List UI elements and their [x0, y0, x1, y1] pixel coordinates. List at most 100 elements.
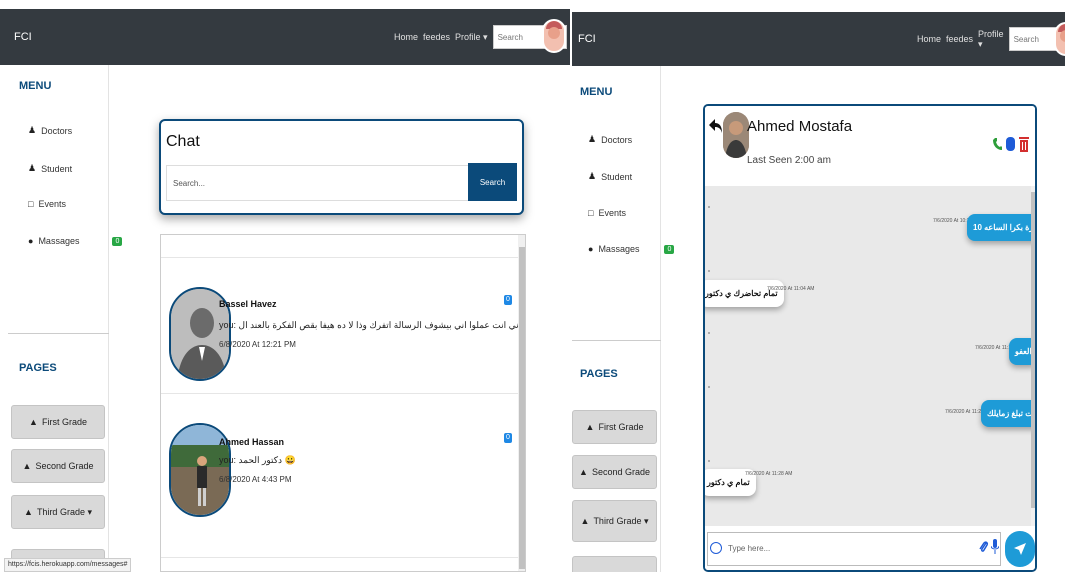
sent-message: وياريت تبلغ زمايلك — [981, 400, 1035, 427]
chat-title: Chat — [166, 133, 200, 150]
last-message: you: دكتور الحمد 😀 — [219, 455, 296, 465]
users-icon: ♟ — [588, 134, 597, 144]
scrollbar[interactable] — [518, 235, 525, 571]
massages-count-badge: 0 — [664, 244, 675, 254]
nav-home[interactable]: Home — [394, 32, 418, 42]
third-grade-dropdown[interactable]: ▲ Third Grade ▾ — [11, 495, 105, 529]
sidebar-item-massages[interactable]: ● Massages 0 — [588, 244, 675, 254]
graduation-cap-icon: ▲ — [24, 507, 33, 517]
trash-icon[interactable] — [1019, 136, 1029, 152]
chat-search-card: Chat Search... Search — [159, 119, 524, 215]
profile-avatar[interactable] — [1054, 22, 1065, 56]
message-input[interactable]: Type here... — [707, 532, 1001, 566]
first-grade-button[interactable]: ▲ First Grade — [572, 410, 657, 444]
grade-label: Second Grade — [35, 461, 94, 471]
phone-call-icon[interactable] — [993, 138, 1002, 150]
right-screenshot: FCI Home feedes Profile ▾ MENU ♟ Doctors… — [572, 12, 1065, 572]
sidebar-item-events[interactable]: □ Events — [588, 208, 626, 218]
pages-title: PAGES — [580, 368, 618, 380]
list-item[interactable]: Ahmed Hassan you: دكتور الحمد 😀 6/8/2020… — [161, 423, 518, 525]
users-icon: ♟ — [588, 171, 597, 181]
list-item[interactable]: Bassel Havez you: اني انت عملوا اني بيشو… — [161, 285, 522, 385]
massages-count-badge: 0 — [112, 236, 123, 246]
video-call-icon[interactable] — [1006, 137, 1015, 151]
scrollbar-thumb[interactable] — [519, 247, 525, 569]
grade-label: Third Grade ▾ — [593, 515, 649, 526]
sidebar-item-label: Massages — [38, 236, 80, 246]
sidebar: MENU ♟ Doctors ♟ Student □ Events ● Mass… — [0, 65, 123, 572]
microphone-icon[interactable] — [991, 539, 999, 555]
sidebar-item-massages[interactable]: ● Massages 0 — [28, 236, 123, 246]
back-arrow-icon[interactable] — [709, 118, 723, 134]
nav-home[interactable]: Home — [917, 34, 941, 44]
send-arrow-icon — [1014, 543, 1026, 555]
list-divider — [161, 257, 518, 258]
grade-label: First Grade — [598, 422, 644, 432]
send-button[interactable] — [1005, 531, 1035, 567]
sidebar-divider — [8, 333, 109, 334]
left-screenshot: FCI Home feedes Profile ▾ MENU ♟ Doctors… — [0, 0, 570, 572]
menu-title: MENU — [19, 80, 52, 92]
emoji-icon[interactable] — [710, 542, 722, 554]
brand-logo[interactable]: FCI — [14, 31, 32, 43]
sidebar-item-label: Student — [41, 163, 73, 174]
status-bar-url: https://fcis.herokuapp.com/messages# — [4, 558, 132, 572]
sidebar-item-doctors[interactable]: ♟ Doctors — [588, 134, 632, 145]
top-navbar: FCI Home feedes Profile ▾ — [572, 12, 1065, 66]
nav-links: Home feedes Profile ▾ — [917, 27, 1065, 51]
nav-links: Home feedes Profile ▾ — [394, 25, 567, 49]
users-icon: ♟ — [28, 163, 37, 173]
nav-feeds[interactable]: feedes — [423, 32, 450, 42]
nav-profile-dropdown[interactable]: Profile ▾ — [455, 32, 488, 43]
calendar-icon: □ — [588, 208, 594, 218]
more-grade-button[interactable] — [572, 556, 657, 572]
sidebar-item-student[interactable]: ♟ Student — [588, 171, 632, 182]
conversation-window: Ahmed Mostafa Last Seen 2:00 am 7/6/2020… — [703, 104, 1037, 572]
sidebar-item-label: Student — [601, 171, 633, 182]
first-grade-button[interactable]: ▲ First Grade — [11, 405, 105, 439]
chat-search-input[interactable]: Search... — [166, 165, 469, 201]
message-time: 7/6/2020 At 11:28 AM — [745, 471, 793, 477]
brand-logo[interactable]: FCI — [578, 33, 596, 45]
sidebar-item-events[interactable]: □ Events — [28, 199, 66, 209]
profile-avatar[interactable] — [542, 19, 566, 53]
scrollbar[interactable] — [1031, 186, 1035, 526]
list-divider — [161, 393, 518, 394]
sidebar-item-doctors[interactable]: ♟ Doctors — [28, 125, 72, 136]
received-message: تمام تحاضرك ي دكتور — [705, 280, 784, 307]
message-input-row: Type here... — [705, 526, 1035, 570]
top-navbar: FCI Home feedes Profile ▾ — [0, 9, 570, 65]
chat-search-button[interactable]: Search — [468, 163, 517, 201]
contact-name: Ahmed Mostafa — [747, 118, 853, 135]
second-grade-button[interactable]: ▲ Second Grade — [11, 449, 105, 483]
sidebar-item-label: Events — [598, 208, 626, 218]
pages-title: PAGES — [19, 362, 57, 374]
sidebar-item-label: Massages — [598, 244, 640, 254]
sidebar: MENU ♟ Doctors ♟ Student □ Events ● Mass… — [572, 66, 675, 572]
graduation-cap-icon: ▲ — [22, 461, 32, 471]
second-grade-button[interactable]: ▲ Second Grade — [572, 455, 657, 489]
sent-message: المحاضرة بكرا الساعه 10 — [967, 214, 1035, 241]
paperclip-icon[interactable] — [979, 540, 989, 554]
message-time: 7/6/2020 At 11:04 AM — [767, 286, 815, 292]
grade-label: First Grade — [41, 417, 87, 427]
grade-label: Second Grade — [591, 467, 650, 477]
sidebar-item-label: Doctors — [41, 125, 73, 136]
message-time: 6/8/2020 At 12:21 PM — [219, 340, 296, 349]
graduation-cap-icon: ▲ — [29, 417, 38, 427]
graduation-cap-icon: ▲ — [580, 516, 590, 526]
calendar-icon: □ — [28, 199, 34, 209]
graduation-cap-icon: ▲ — [579, 467, 588, 477]
nav-profile-dropdown[interactable]: Profile ▾ — [978, 29, 1004, 50]
list-divider — [161, 557, 518, 558]
chat-icon: ● — [28, 236, 34, 246]
scrollbar-thumb[interactable] — [1031, 192, 1035, 508]
laughing-emoji-icon: 😀 — [284, 455, 296, 465]
sidebar-item-student[interactable]: ♟ Student — [28, 163, 72, 174]
last-message: you: اني انت عملوا اني بيشوف الرسالة اتف… — [219, 320, 522, 330]
graduation-cap-icon: ▲ — [585, 422, 595, 432]
third-grade-dropdown[interactable]: ▲ Third Grade ▾ — [572, 500, 657, 542]
messages-area[interactable]: 7/6/2020 At 10:13 AM المحاضرة بكرا الساع… — [705, 186, 1035, 526]
avatar — [723, 112, 749, 158]
nav-feeds[interactable]: feedes — [946, 34, 973, 44]
